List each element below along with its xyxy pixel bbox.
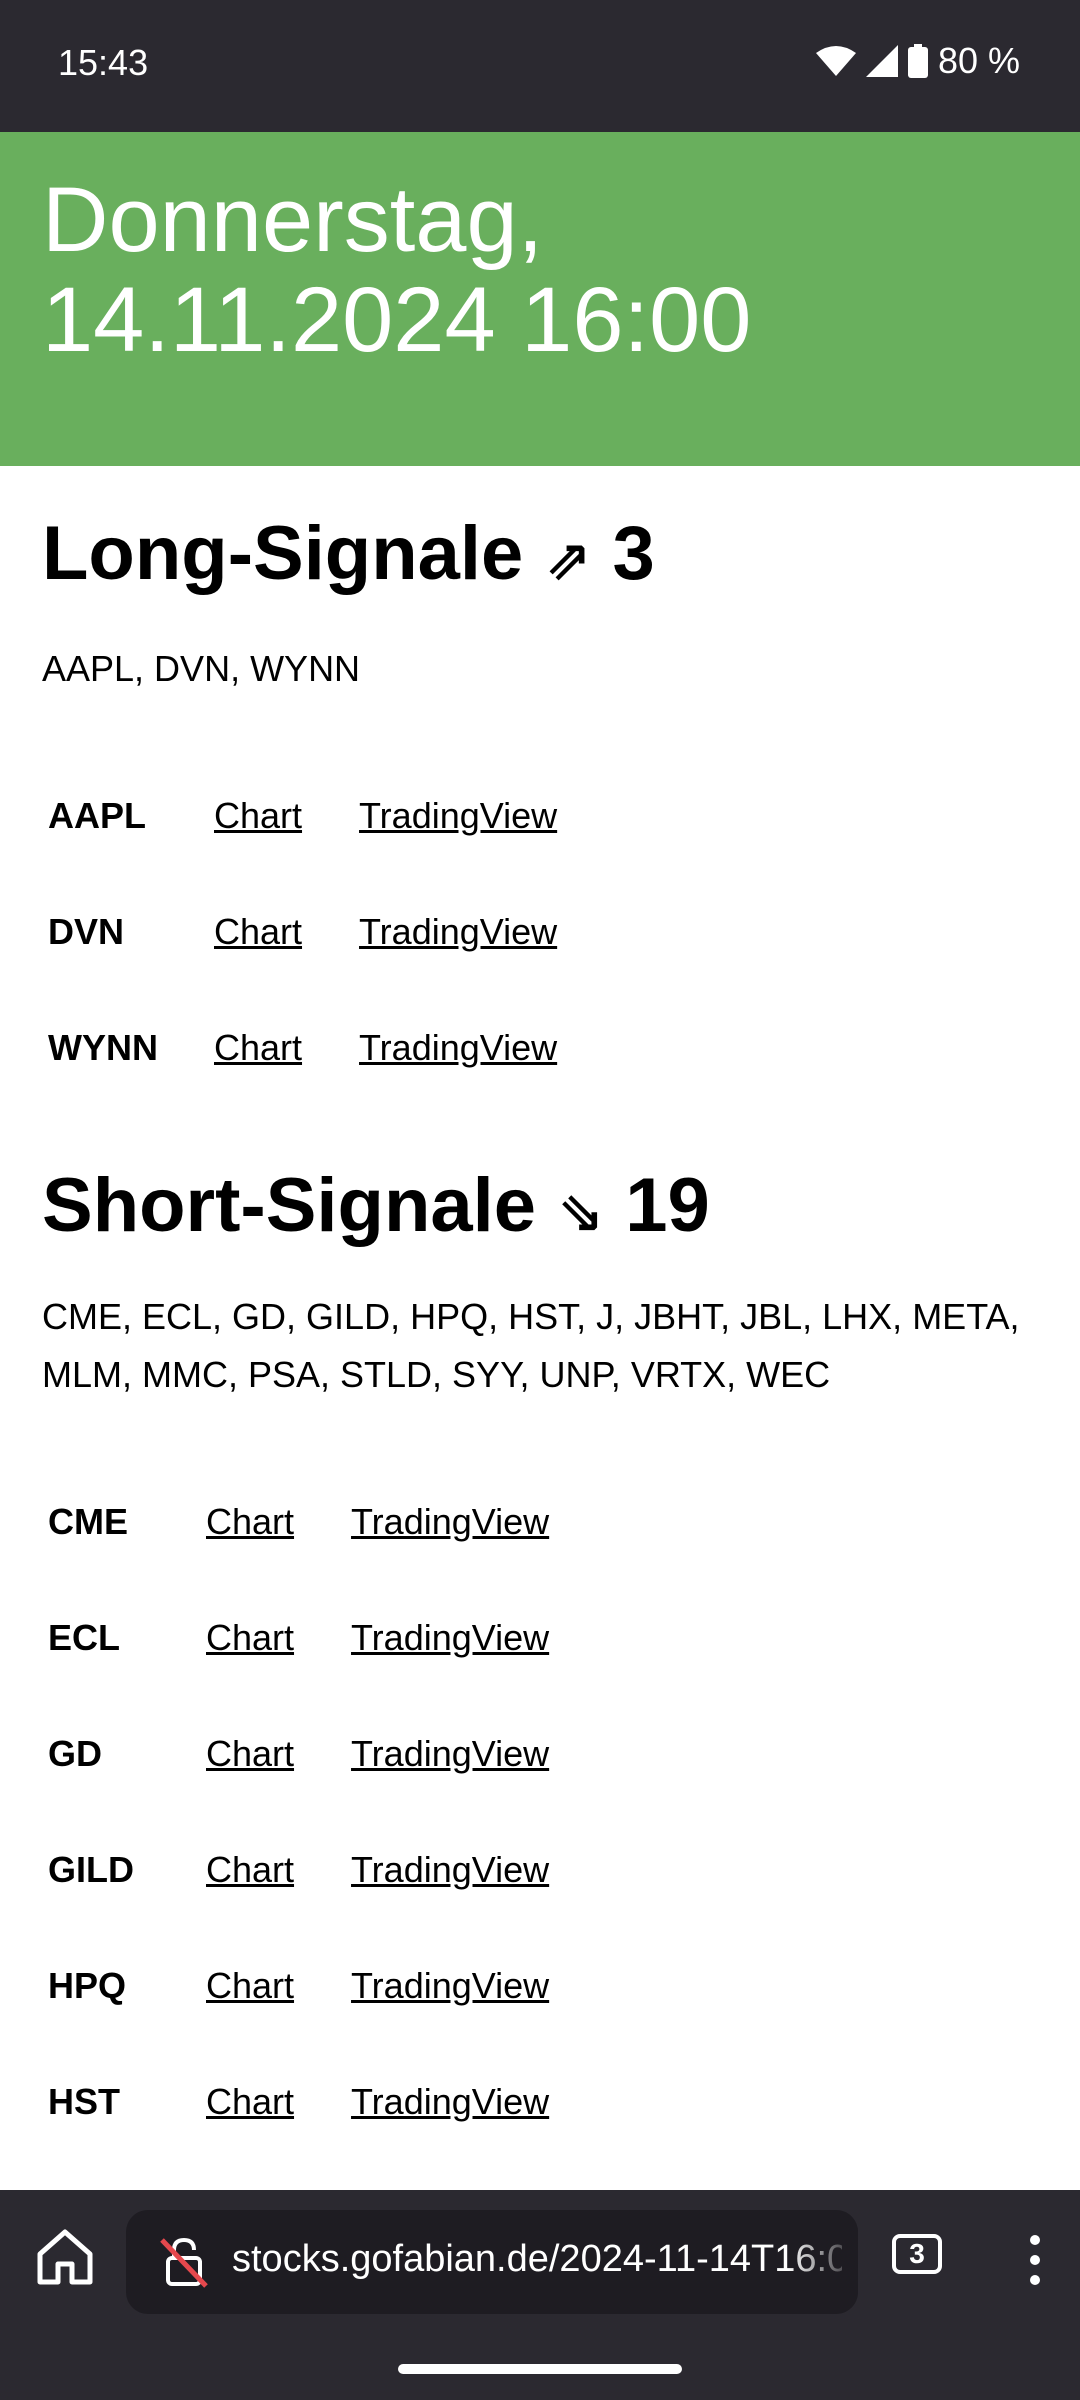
chart-link[interactable]: Chart (206, 1733, 294, 1774)
tradingview-cell: TradingView (294, 2044, 549, 2160)
long-signals-table: AAPL Chart TradingView DVN Chart TradingView W… (42, 758, 557, 1106)
signal-row: CME Chart TradingView (42, 1464, 549, 1580)
tradingview-link[interactable]: TradingView (351, 1501, 549, 1542)
signal-symbol: DVN (48, 911, 125, 952)
signal-row: WYNN Chart TradingView (42, 990, 557, 1106)
tradingview-link[interactable]: TradingView (359, 795, 557, 836)
signal-row: ECL Chart TradingView (42, 1580, 549, 1696)
status-bar: 15:43 80 % (0, 0, 1080, 132)
long-symbols-list: AAPL, DVN, WYNN (42, 648, 361, 689)
battery-icon (907, 44, 928, 78)
arrow-up-right-icon: ⇗ (544, 528, 592, 591)
chart-link[interactable]: Chart (214, 911, 302, 952)
chart-link[interactable]: Chart (206, 2081, 294, 2122)
tab-count: 3 (909, 2238, 925, 2269)
more-vert-icon (1030, 2235, 1040, 2285)
gesture-nav-handle[interactable] (398, 2364, 682, 2374)
short-signals-heading: Short-Signale ⇘ 19 (42, 1156, 1042, 1262)
chart-cell: Chart (214, 990, 302, 1106)
tradingview-cell: TradingView (294, 1928, 549, 2044)
tradingview-link[interactable]: TradingView (351, 1849, 549, 1890)
header-datetime: 14.11.2024 16:00 (42, 269, 752, 371)
chart-link[interactable]: Chart (206, 1849, 294, 1890)
signal-symbol: AAPL (48, 795, 146, 836)
wifi-icon (815, 45, 856, 77)
short-symbols-list: CME, ECL, GD, GILD, HPQ, HST, J, JBHT, J… (42, 1296, 1020, 1395)
tradingview-cell: TradingView (302, 874, 557, 990)
status-time: 15:43 (58, 42, 149, 83)
short-count: 19 (625, 1163, 710, 1248)
signal-row: AAPL Chart TradingView (42, 758, 557, 874)
date-header: Donnerstag, 14.11.2024 16:00 (0, 132, 1080, 466)
short-title: Short-Signale (42, 1163, 537, 1248)
tradingview-link[interactable]: TradingView (359, 1027, 557, 1068)
chart-cell: Chart (206, 2044, 294, 2160)
signal-symbol: HPQ (48, 1965, 127, 2006)
home-button[interactable] (34, 2226, 96, 2288)
battery-percent: 80 % (937, 40, 1020, 81)
chart-cell: Chart (214, 758, 302, 874)
signal-row: GILD Chart TradingView (42, 1812, 549, 1928)
chart-cell: Chart (206, 1580, 294, 1696)
header-weekday: Donnerstag, (42, 169, 544, 271)
chart-link[interactable]: Chart (206, 1501, 294, 1542)
chart-link[interactable]: Chart (206, 1617, 294, 1658)
tradingview-link[interactable]: TradingView (359, 911, 557, 952)
long-signals-heading: Long-Signale ⇗ 3 (42, 504, 1042, 610)
signal-symbol: WYNN (48, 1027, 158, 1068)
chart-cell: Chart (206, 1464, 294, 1580)
long-title: Long-Signale (42, 511, 524, 596)
chart-cell: Chart (214, 874, 302, 990)
tradingview-cell: TradingView (294, 1464, 549, 1580)
arrow-down-right-icon: ⇘ (557, 1180, 605, 1243)
tradingview-link[interactable]: TradingView (351, 1965, 549, 2006)
long-count: 3 (612, 511, 655, 596)
tradingview-cell: TradingView (294, 1696, 549, 1812)
tradingview-link[interactable]: TradingView (351, 1733, 549, 1774)
status-icons: 80 % (815, 40, 1020, 82)
tradingview-cell: TradingView (294, 1812, 549, 1928)
signal-icon (865, 45, 898, 77)
tradingview-link[interactable]: TradingView (351, 1617, 549, 1658)
tab-switcher-button[interactable]: 3 (892, 2234, 942, 2274)
tradingview-link[interactable]: TradingView (351, 2081, 549, 2122)
more-menu-button[interactable] (1020, 2234, 1050, 2286)
signal-symbol: GD (48, 1733, 102, 1774)
signal-row: HPQ Chart TradingView (42, 1928, 549, 2044)
home-icon (37, 2229, 93, 2285)
tradingview-cell: TradingView (302, 758, 557, 874)
chart-cell: Chart (206, 1928, 294, 2044)
insecure-lock-icon[interactable] (156, 2234, 212, 2295)
url-text: stocks.gofabian.de/2024-11-14T16:00 (232, 2238, 842, 2280)
short-signals-table: CME Chart TradingView ECL Chart TradingView GD… (42, 1464, 549, 2160)
chart-cell: Chart (206, 1812, 294, 1928)
signal-symbol: CME (48, 1501, 128, 1542)
chart-link[interactable]: Chart (214, 1027, 302, 1068)
signal-symbol: GILD (48, 1849, 134, 1890)
url-bar[interactable]: stocks.gofabian.de/2024-11-14T16:00 (126, 2210, 858, 2314)
tradingview-cell: TradingView (302, 990, 557, 1106)
url-fade (788, 2210, 858, 2314)
chart-link[interactable]: Chart (214, 795, 302, 836)
main-content: Long-Signale ⇗ 3 AAPL, DVN, WYNN AAPL Cha… (42, 466, 1042, 2160)
chart-cell: Chart (206, 1696, 294, 1812)
chart-link[interactable]: Chart (206, 1965, 294, 2006)
signal-symbol: HST (48, 2081, 120, 2122)
signal-row: GD Chart TradingView (42, 1696, 549, 1812)
tradingview-cell: TradingView (294, 1580, 549, 1696)
signal-symbol: ECL (48, 1617, 120, 1658)
signal-row: DVN Chart TradingView (42, 874, 557, 990)
signal-row: HST Chart TradingView (42, 2044, 549, 2160)
